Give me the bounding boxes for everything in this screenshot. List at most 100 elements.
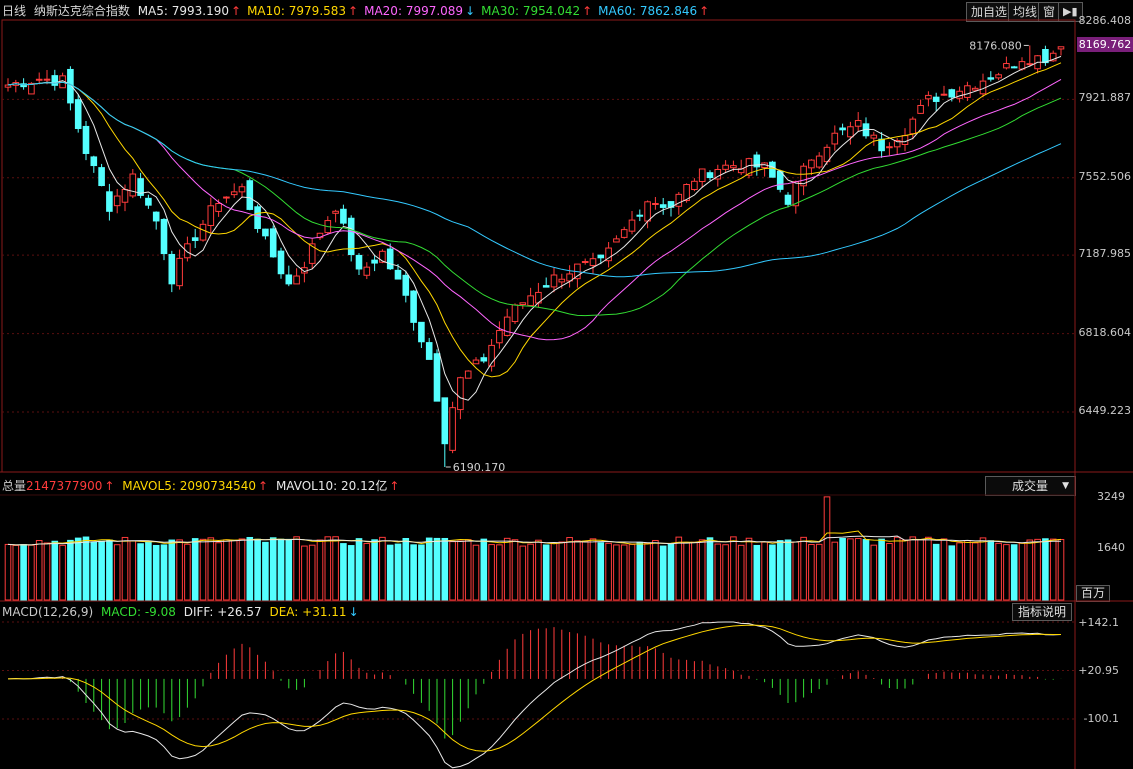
volume-bar	[269, 537, 277, 601]
volume-bar	[511, 539, 519, 601]
candle-body	[769, 161, 776, 178]
candle-body	[886, 146, 893, 149]
volume-bar	[964, 540, 971, 601]
volume-bar	[605, 542, 612, 601]
volume-bar	[597, 542, 605, 601]
candle-body	[815, 155, 823, 168]
candle-body	[917, 104, 924, 114]
volume-bar	[215, 542, 222, 601]
candle-body	[691, 180, 698, 191]
candle-body	[410, 290, 417, 323]
candle-body	[277, 250, 285, 275]
candle-body	[254, 206, 261, 230]
volume-bar	[745, 537, 753, 601]
candle-body	[995, 74, 1002, 79]
candle-body	[418, 321, 425, 343]
volume-bar	[948, 545, 956, 601]
volume-bar	[347, 545, 355, 601]
diff-line	[7, 621, 1062, 769]
volume-bar	[831, 541, 839, 601]
volume-bar	[316, 539, 324, 601]
candle-body	[152, 211, 160, 222]
candle-body	[402, 274, 410, 296]
candle-body	[940, 93, 948, 96]
volume-bar	[503, 537, 511, 601]
volume-bar	[870, 544, 878, 601]
volume-bar	[691, 541, 698, 601]
volume-bar	[542, 544, 550, 601]
volume-bar	[496, 544, 503, 601]
volume-bar	[527, 543, 534, 601]
candle-body	[199, 223, 207, 241]
candle-body	[441, 397, 449, 445]
volume-bar	[262, 541, 269, 601]
volume-bar	[839, 537, 846, 601]
candle-body	[550, 274, 558, 288]
volume-bar	[823, 496, 831, 601]
volume-bar	[574, 540, 581, 601]
candle-body	[43, 78, 51, 81]
volume-bar	[332, 536, 339, 601]
volume-bar	[480, 538, 488, 601]
candle-body	[964, 85, 971, 98]
volume-bar	[917, 539, 924, 601]
candle-body	[706, 172, 714, 179]
volume-bar	[886, 542, 893, 601]
candle-body	[74, 99, 82, 130]
candlesticks	[4, 45, 1065, 467]
candle-body	[659, 204, 667, 208]
candle-body	[340, 208, 347, 224]
volume-bar	[769, 544, 776, 601]
candle-body	[191, 237, 199, 241]
volume-bar	[737, 544, 745, 601]
candle-body	[496, 330, 503, 344]
candle-body	[808, 159, 815, 169]
macd-indicator	[2, 621, 1075, 769]
volume-bar	[441, 537, 449, 601]
candle-body	[511, 304, 519, 323]
volume-bar	[168, 539, 176, 601]
volume-bar	[425, 537, 433, 601]
candle-body	[987, 77, 995, 80]
volume-bar	[394, 543, 402, 601]
volume-bar	[620, 544, 628, 601]
candle-body	[901, 135, 909, 146]
candle-body	[597, 254, 605, 259]
volume-bar	[1018, 542, 1026, 601]
volume-bar	[971, 542, 979, 601]
volume-bar	[683, 542, 690, 601]
volume-bar	[659, 545, 667, 601]
volume-bar	[722, 544, 729, 601]
candle-body	[932, 96, 940, 102]
candle-body	[28, 82, 35, 95]
volume-bar	[386, 544, 394, 601]
volume-bar	[160, 544, 168, 601]
volume-bar	[129, 540, 137, 601]
volume-bar	[792, 541, 800, 601]
candle-body	[449, 407, 456, 451]
candle-body	[870, 134, 878, 139]
volume-bar	[644, 543, 651, 601]
volume-bar	[730, 536, 737, 601]
volume-bar	[854, 538, 862, 601]
candle-body	[262, 228, 269, 237]
volume-bar	[550, 542, 558, 601]
volume-bar	[223, 539, 230, 601]
volume-bar	[238, 538, 246, 601]
candle-body	[121, 188, 129, 203]
volume-bar	[145, 541, 152, 601]
price-annotations: 8176.080 6190.170	[445, 39, 1029, 474]
candle-body	[457, 377, 464, 411]
stock-chart[interactable]: 8176.080 6190.170	[0, 0, 1133, 769]
volume-bar	[59, 544, 66, 601]
candle-body	[238, 186, 246, 193]
candle-body	[839, 127, 846, 131]
candle-body	[878, 138, 885, 152]
candle-body	[223, 196, 230, 199]
volume-bar	[878, 538, 885, 601]
volume-bar	[636, 541, 644, 601]
volume-bar	[667, 543, 675, 601]
volume-bar	[28, 544, 35, 601]
volume-bar	[340, 543, 347, 601]
candle-body	[1057, 46, 1065, 50]
